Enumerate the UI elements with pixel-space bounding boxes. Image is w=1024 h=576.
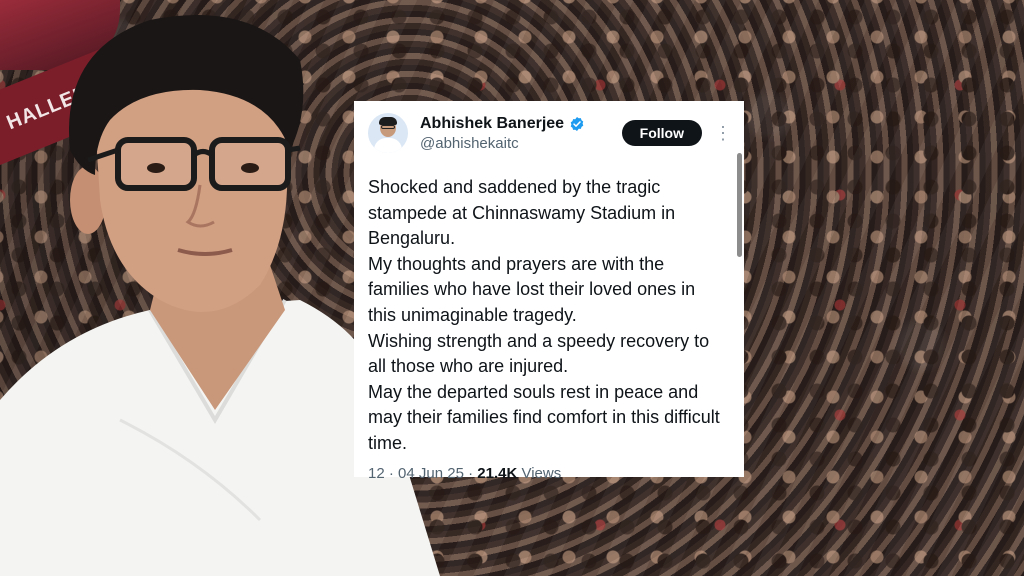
tweet-text: Shocked and saddened by the tragic stamp… (368, 177, 720, 453)
views-label: Views (521, 464, 562, 482)
meta-separator: · (468, 464, 474, 482)
follow-button[interactable]: Follow (621, 120, 702, 146)
views-count: 21.4K (477, 464, 518, 482)
meta-separator: · (388, 464, 394, 482)
tweet-date[interactable]: 04 Jun 25 (398, 465, 464, 482)
tweet-meta: 12 · 04 Jun 25 · 21.4K Views (368, 465, 728, 482)
avatar[interactable] (368, 113, 408, 153)
tweet-card: Abhishek Banerjee @abhishekaitc Follow ⋮… (354, 101, 744, 482)
author-name[interactable]: Abhishek Banerjee (420, 115, 564, 133)
more-options-icon[interactable]: ⋮ (714, 124, 732, 142)
author-block: Abhishek Banerjee @abhishekaitc (420, 115, 622, 152)
tweet-time[interactable]: 12 (368, 465, 385, 482)
scrollbar[interactable] (737, 153, 742, 257)
verified-badge-icon (570, 116, 584, 131)
author-handle[interactable]: @abhishekaitc (420, 135, 622, 152)
tweet-header: Abhishek Banerjee @abhishekaitc Follow ⋮ (368, 113, 732, 153)
